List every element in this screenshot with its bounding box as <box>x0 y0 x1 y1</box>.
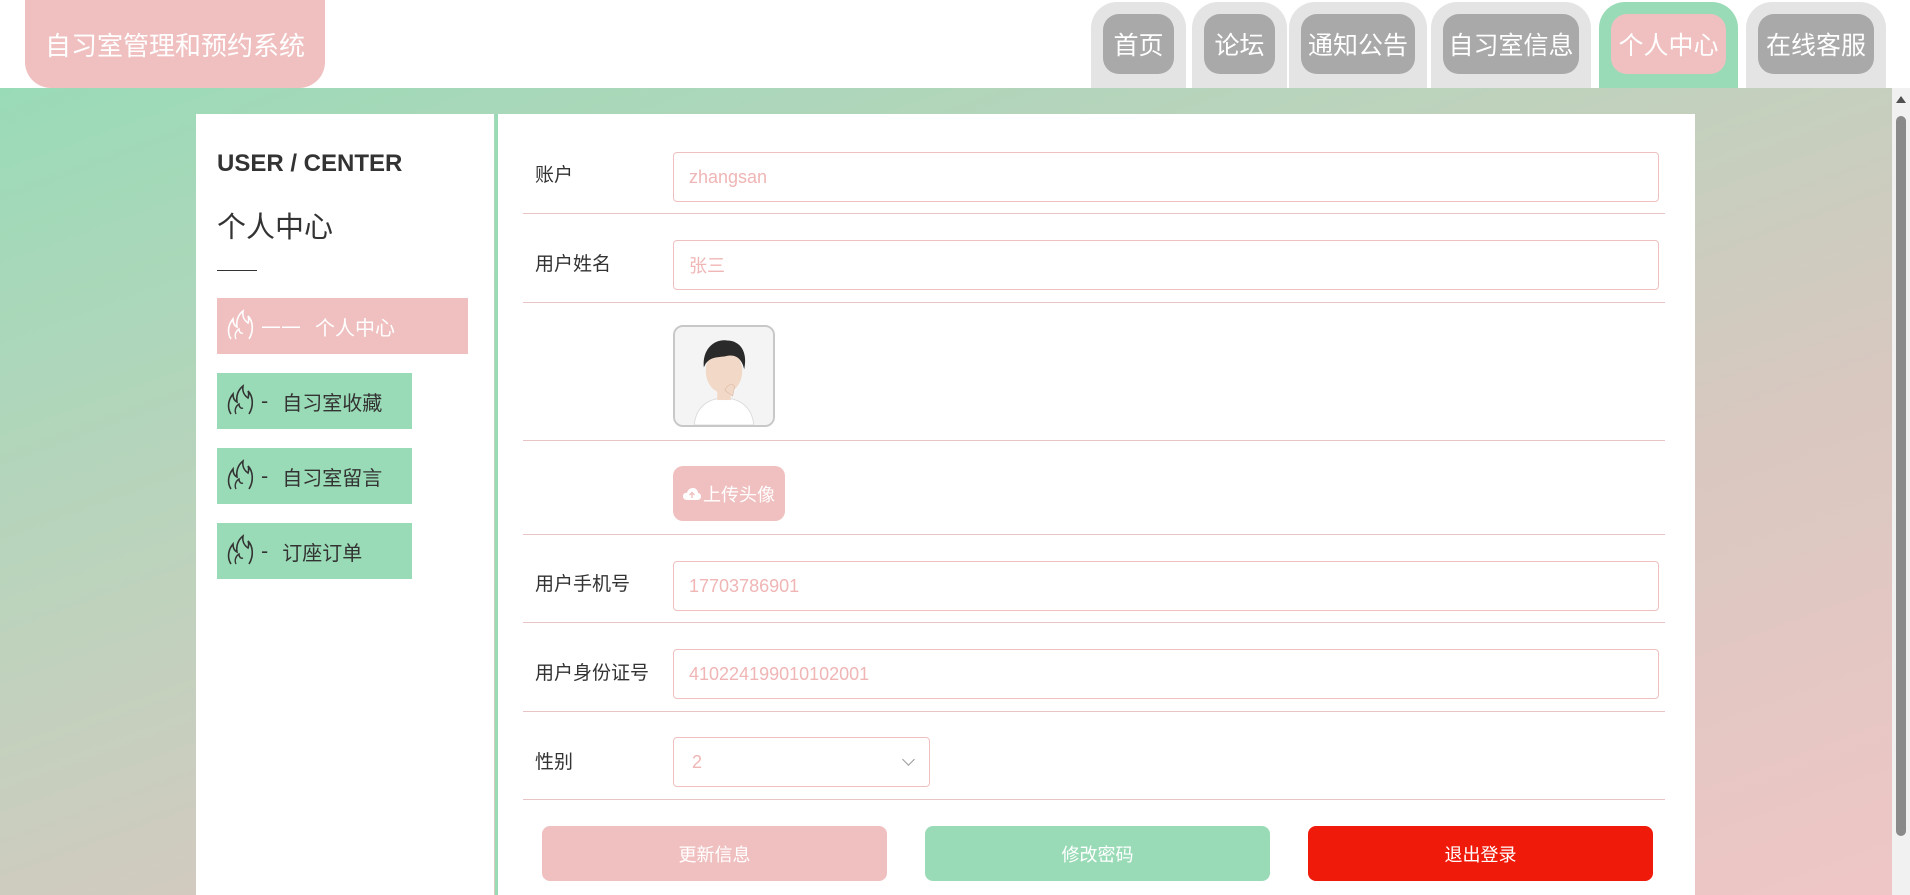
tab-home-label: 首页 <box>1103 14 1174 74</box>
form-row-avatar <box>523 303 1665 441</box>
form-row-name: 用户姓名 张三 <box>523 214 1665 303</box>
flame-icon <box>227 309 254 340</box>
menu-dash: - <box>261 539 269 563</box>
tab-online-service[interactable]: 在线客服 <box>1746 2 1886 88</box>
flame-icon <box>227 459 254 490</box>
tab-personal-center[interactable]: 个人中心 <box>1599 2 1738 88</box>
upload-avatar-button[interactable]: 上传头像 <box>673 466 785 521</box>
sidebar: USER / CENTER 个人中心 —— 个人中心 - 自习室收藏 - 自习室… <box>196 114 494 895</box>
sidebar-item-room-favorites[interactable]: - 自习室收藏 <box>217 373 412 429</box>
tab-room-info-label: 自习室信息 <box>1443 14 1579 74</box>
tab-notices-label: 通知公告 <box>1301 14 1415 74</box>
header: 自习室管理和预约系统 首页 论坛 通知公告 自习室信息 个人中心 在线客服 <box>0 0 1910 88</box>
phone-field[interactable]: 17703786901 <box>673 561 1659 611</box>
chevron-down-icon <box>902 753 915 766</box>
tab-forum[interactable]: 论坛 <box>1192 2 1287 88</box>
tab-home[interactable]: 首页 <box>1091 2 1186 88</box>
avatar <box>673 325 775 427</box>
tab-forum-label: 论坛 <box>1204 14 1275 74</box>
account-label: 账户 <box>535 164 574 186</box>
tab-online-service-label: 在线客服 <box>1758 14 1874 74</box>
form-row-idcard: 用户身份证号 410224199010102001 <box>523 623 1665 712</box>
profile-form: 账户 zhangsan 用户姓名 张三 上传头像 用户手机号 177037869… <box>495 114 1695 895</box>
tab-personal-center-label: 个人中心 <box>1611 14 1726 74</box>
menu-dash: - <box>261 389 269 413</box>
change-password-button[interactable]: 修改密码 <box>925 826 1270 881</box>
form-row-upload: 上传头像 <box>523 441 1665 535</box>
upload-avatar-label: 上传头像 <box>703 484 775 506</box>
scroll-thumb[interactable] <box>1896 116 1906 836</box>
sidebar-item-label: 自习室收藏 <box>282 390 383 415</box>
scrollbar[interactable] <box>1892 88 1910 895</box>
sidebar-item-seat-orders[interactable]: - 订座订单 <box>217 523 412 579</box>
flame-icon <box>227 384 254 415</box>
idcard-label: 用户身份证号 <box>535 662 650 684</box>
sidebar-item-personal-center[interactable]: —— 个人中心 <box>217 298 468 354</box>
flame-icon <box>227 534 254 565</box>
sidebar-title-cn: 个人中心 <box>217 210 334 244</box>
idcard-field[interactable]: 410224199010102001 <box>673 649 1659 699</box>
form-row-phone: 用户手机号 17703786901 <box>523 535 1665 623</box>
menu-dash: - <box>261 464 269 488</box>
sidebar-item-label: 自习室留言 <box>282 465 383 490</box>
form-row-account: 账户 zhangsan <box>523 114 1665 214</box>
tab-notices[interactable]: 通知公告 <box>1289 2 1427 88</box>
form-row-gender: 性别 2 <box>523 712 1665 800</box>
sidebar-title-en: USER / CENTER <box>217 150 403 177</box>
logout-button[interactable]: 退出登录 <box>1308 826 1653 881</box>
sidebar-divider <box>217 270 257 271</box>
name-field[interactable]: 张三 <box>673 240 1659 290</box>
gender-select[interactable]: 2 <box>673 737 930 787</box>
sidebar-item-label: 个人中心 <box>315 315 395 340</box>
menu-dash: —— <box>261 314 301 338</box>
account-field[interactable]: zhangsan <box>673 152 1659 202</box>
update-info-button[interactable]: 更新信息 <box>542 826 887 881</box>
gender-select-value: 2 <box>692 751 703 772</box>
cloud-upload-icon <box>683 487 701 500</box>
app-title: 自习室管理和预约系统 <box>25 0 325 88</box>
name-label: 用户姓名 <box>535 253 612 275</box>
scroll-up-arrow-icon[interactable] <box>1896 96 1906 103</box>
gender-label: 性别 <box>535 751 574 773</box>
sidebar-item-room-messages[interactable]: - 自习室留言 <box>217 448 412 504</box>
phone-label: 用户手机号 <box>535 573 631 595</box>
tab-room-info[interactable]: 自习室信息 <box>1431 2 1591 88</box>
sidebar-item-label: 订座订单 <box>282 540 363 565</box>
avatar-image <box>675 327 773 425</box>
